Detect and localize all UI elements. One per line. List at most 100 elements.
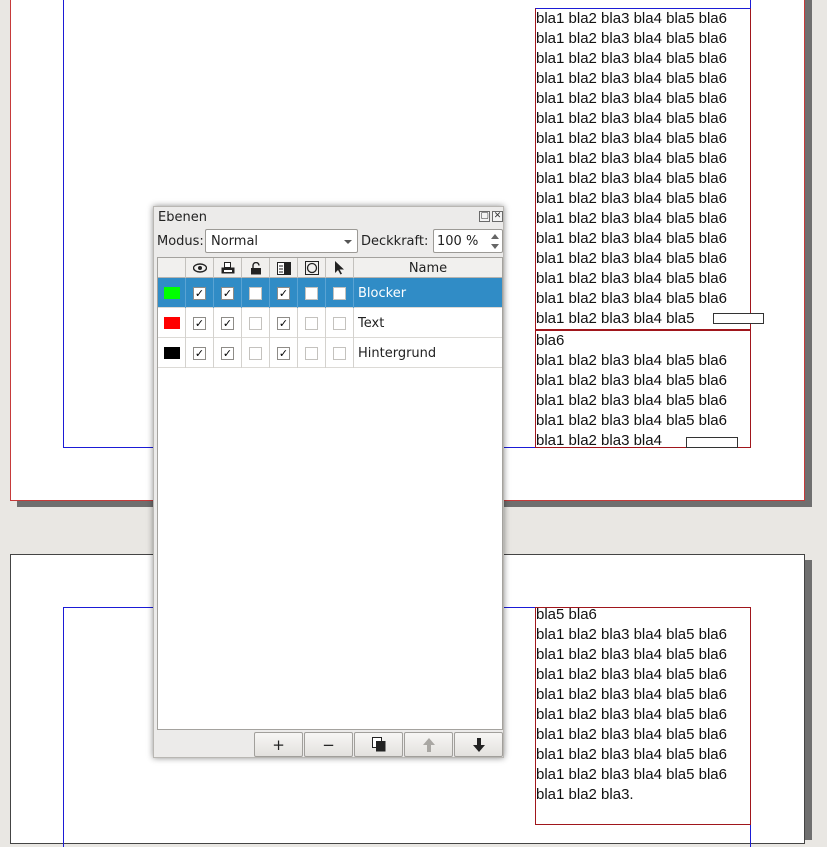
layer-color-swatch	[163, 317, 180, 329]
layer-outline-cell	[298, 278, 326, 308]
layer-lock-checkbox[interactable]	[249, 316, 262, 330]
text-line: bla1 bla2 bla3 bla4 bla5 bla6	[536, 626, 727, 643]
layer-select-cell	[326, 308, 354, 338]
opacity-spinbox[interactable]: 100 %	[433, 229, 503, 253]
arrow-down-icon	[472, 737, 485, 752]
text-line: bla1 bla2 bla3 bla4 bla5 bla6	[536, 766, 727, 783]
text-line: bla1 bla2 bla3 bla4 bla5 bla6	[536, 666, 727, 683]
layer-print-checkbox[interactable]: ✓	[221, 286, 234, 300]
layer-row[interactable]: ✓ ✓ ✓ Hintergrund	[158, 338, 502, 368]
remove-layer-button[interactable]: −	[304, 732, 353, 757]
layer-select-cell	[326, 338, 354, 368]
layer-print-cell: ✓	[214, 338, 242, 368]
text-frame-1[interactable]: bla1 bla2 bla3 bla4 bla5 bla6 bla1 bla2 b…	[535, 8, 751, 330]
layer-flow-cell: ✓	[270, 278, 298, 308]
spin-down-icon[interactable]	[491, 244, 499, 249]
lower-layer-button[interactable]	[454, 732, 503, 757]
close-icon[interactable]: ✕	[492, 211, 503, 222]
layer-visible-checkbox[interactable]: ✓	[193, 346, 206, 360]
text-line: bla1 bla2 bla3 bla4 bla5 bla6	[536, 130, 727, 147]
raise-layer-button[interactable]	[404, 732, 453, 757]
spin-up-icon[interactable]	[491, 234, 499, 239]
layer-visible-checkbox[interactable]: ✓	[193, 286, 206, 300]
text-line: bla1 bla2 bla3 bla4 bla5 bla6	[536, 210, 727, 227]
text-line: bla1 bla2 bla3 bla4 bla5 bla6	[536, 392, 727, 409]
text-overflow-marker[interactable]	[713, 313, 764, 324]
text-flow-icon[interactable]	[270, 258, 298, 278]
layer-name[interactable]: Hintergrund	[354, 338, 502, 368]
layer-print-cell: ✓	[214, 278, 242, 308]
text-line: bla1 bla2 bla3.	[536, 786, 634, 803]
text-line: bla1 bla2 bla3 bla4 bla5 bla6	[536, 746, 727, 763]
layer-row[interactable]: ✓ ✓ ✓ Blocker	[158, 278, 502, 308]
layers-table[interactable]: Name ✓ ✓ ✓ Blocker ✓ ✓ ✓ Text ✓ ✓ ✓ Hintergrund	[157, 257, 503, 730]
layer-visible-cell: ✓	[186, 338, 214, 368]
layer-lock-cell	[242, 338, 270, 368]
layer-color-swatch	[163, 347, 180, 359]
layer-select-checkbox[interactable]	[333, 316, 346, 330]
printer-icon[interactable]	[214, 258, 242, 278]
layer-flow-cell: ✓	[270, 308, 298, 338]
opacity-value: 100 %	[437, 234, 479, 249]
text-line: bla1 bla2 bla3 bla4 bla5 bla6	[536, 412, 727, 429]
lock-icon[interactable]	[242, 258, 270, 278]
outline-icon[interactable]	[298, 258, 326, 278]
header-color[interactable]	[158, 258, 186, 278]
text-line: bla1 bla2 bla3 bla4 bla5 bla6	[536, 170, 727, 187]
layer-color-cell[interactable]	[158, 308, 186, 338]
float-icon[interactable]: ▢	[479, 211, 490, 222]
layer-outline-checkbox[interactable]	[305, 316, 318, 330]
layer-flow-checkbox[interactable]: ✓	[277, 316, 290, 330]
layer-outline-checkbox[interactable]	[305, 286, 318, 300]
layer-lock-checkbox[interactable]	[249, 286, 262, 300]
cursor-arrow-icon[interactable]	[326, 258, 354, 278]
header-name[interactable]: Name	[354, 258, 502, 278]
text-line: bla1 bla2 bla3 bla4 bla5 bla6	[536, 290, 727, 307]
duplicate-layer-button[interactable]	[354, 732, 403, 757]
layer-name[interactable]: Blocker	[354, 278, 502, 308]
layer-name[interactable]: Text	[354, 308, 502, 338]
layer-print-checkbox[interactable]: ✓	[221, 316, 234, 330]
text-line: bla1 bla2 bla3 bla4 bla5 bla6	[536, 190, 727, 207]
layer-row[interactable]: ✓ ✓ ✓ Text	[158, 308, 502, 338]
layer-visible-cell: ✓	[186, 308, 214, 338]
layer-outline-cell	[298, 308, 326, 338]
layer-outline-checkbox[interactable]	[305, 346, 318, 360]
opacity-label: Deckkraft:	[361, 234, 429, 249]
layer-visible-checkbox[interactable]: ✓	[193, 316, 206, 330]
layers-palette[interactable]: Ebenen ▢ ✕ Modus: Normal Deckkraft: 100 …	[153, 206, 504, 758]
chevron-down-icon	[344, 240, 352, 244]
layer-outline-cell	[298, 338, 326, 368]
text-overflow-marker[interactable]	[686, 437, 738, 448]
text-line: bla1 bla2 bla3 bla4 bla5 bla6	[536, 726, 727, 743]
layer-select-checkbox[interactable]	[333, 286, 346, 300]
layer-flow-checkbox[interactable]: ✓	[277, 286, 290, 300]
layer-print-checkbox[interactable]: ✓	[221, 346, 234, 360]
text-line: bla1 bla2 bla3 bla4 bla5 bla6	[536, 706, 727, 723]
text-line: bla1 bla2 bla3 bla4 bla5 bla6	[536, 250, 727, 267]
layer-flow-checkbox[interactable]: ✓	[277, 346, 290, 360]
table-header: Name	[158, 258, 502, 278]
text-frame-2[interactable]: bla6 bla1 bla2 bla3 bla4 bla5 bla6 bla1 b…	[535, 330, 751, 448]
blend-mode-select[interactable]: Normal	[205, 229, 358, 253]
palette-title: Ebenen	[158, 210, 207, 225]
layer-color-cell[interactable]	[158, 338, 186, 368]
layer-lock-cell	[242, 278, 270, 308]
mode-label: Modus:	[157, 234, 204, 249]
arrow-up-icon	[422, 737, 435, 752]
layer-color-swatch	[163, 287, 180, 299]
text-line: bla1 bla2 bla3 bla4 bla5 bla6	[536, 10, 727, 27]
text-line: bla1 bla2 bla3 bla4 bla5 bla6	[536, 646, 727, 663]
text-line: bla6	[536, 332, 565, 349]
text-line: bla1 bla2 bla3 bla4 bla5 bla6	[536, 90, 727, 107]
add-layer-button[interactable]: +	[254, 732, 303, 757]
blend-mode-value: Normal	[211, 234, 259, 249]
layer-select-cell	[326, 278, 354, 308]
eye-icon[interactable]	[186, 258, 214, 278]
layer-color-cell[interactable]	[158, 278, 186, 308]
text-line: bla1 bla2 bla3 bla4 bla5 bla6	[536, 50, 727, 67]
text-line: bla1 bla2 bla3 bla4 bla5 bla6	[536, 30, 727, 47]
layer-select-checkbox[interactable]	[333, 346, 346, 360]
text-frame-3[interactable]: bla5 bla6 bla1 bla2 bla3 bla4 bla5 bla6 b…	[535, 607, 751, 825]
layer-lock-checkbox[interactable]	[249, 346, 262, 360]
